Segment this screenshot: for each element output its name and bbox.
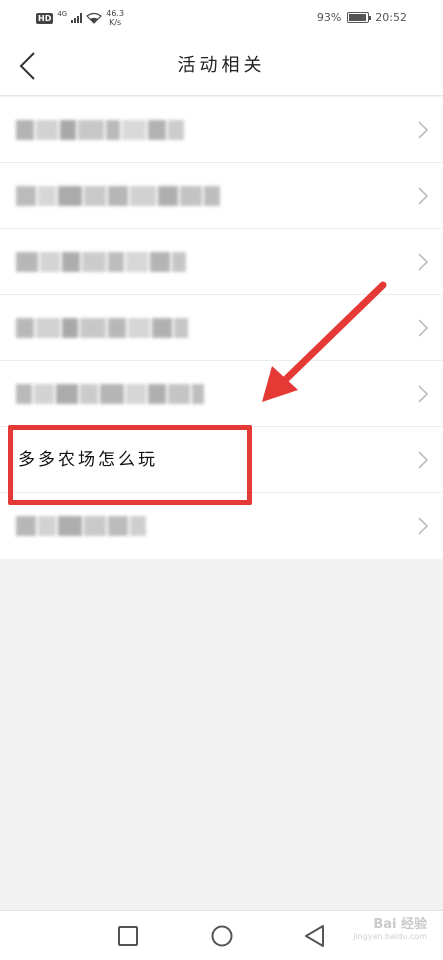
watermark-url: jingyan.baidu.com [353,932,427,941]
status-left: HD 4G 46.3 K/s [36,9,124,27]
network-type: 4G [57,10,68,18]
status-right: 93% 20:52 [317,11,407,24]
list-item-duoduo-farm[interactable]: 多多农场怎么玩 [0,427,443,493]
navigation-bar: Bai 经验 jingyan.baidu.com [0,910,443,960]
square-icon [118,926,138,946]
list-item-label: 多多农场怎么玩 [18,450,158,470]
battery-percent: 93% [316,11,342,24]
list-item[interactable] [0,163,443,229]
list-item[interactable] [0,493,443,559]
page-title: 活动相关 [177,55,266,76]
wifi-icon [86,12,103,24]
status-bar: HD 4G 46.3 K/s 93% 20:52 [0,0,443,36]
chevron-right-icon [418,385,429,403]
chevron-right-icon [418,319,429,337]
list-item[interactable] [0,295,443,361]
circle-icon [211,925,233,947]
clock: 20:52 [375,11,407,24]
chevron-right-icon [418,187,429,205]
chevron-right-icon [418,253,429,271]
triangle-back-icon [305,925,324,947]
list-item[interactable] [0,97,443,163]
list-item[interactable] [0,361,443,427]
blurred-label [16,384,204,404]
network-speed: 46.3 K/s [106,9,124,27]
activity-list: 多多农场怎么玩 [0,97,443,559]
speed-unit: K/s [109,18,122,27]
home-button[interactable] [209,923,235,949]
chevron-right-icon [418,517,429,535]
speed-value: 46.3 [106,9,125,18]
recents-button[interactable] [115,923,141,949]
blurred-label [16,252,186,272]
hd-badge: HD [36,12,54,24]
nav-back-button[interactable] [302,923,328,949]
header: 活动相关 [0,36,443,96]
blurred-label [16,516,146,536]
battery-icon [347,12,372,23]
list-item[interactable] [0,229,443,295]
watermark-brand: Bai 经验 [373,917,427,932]
blurred-label [16,120,184,140]
chevron-right-icon [418,121,429,139]
battery-fill [349,14,367,21]
signal-icon [71,13,83,23]
screen: HD 4G 46.3 K/s 93% 20:52 活动相关 多多农场怎么玩 Ba… [0,0,443,960]
watermark: Bai 经验 jingyan.baidu.com [353,913,427,941]
blurred-label [16,318,188,338]
chevron-right-icon [418,451,429,469]
blurred-label [16,186,220,206]
